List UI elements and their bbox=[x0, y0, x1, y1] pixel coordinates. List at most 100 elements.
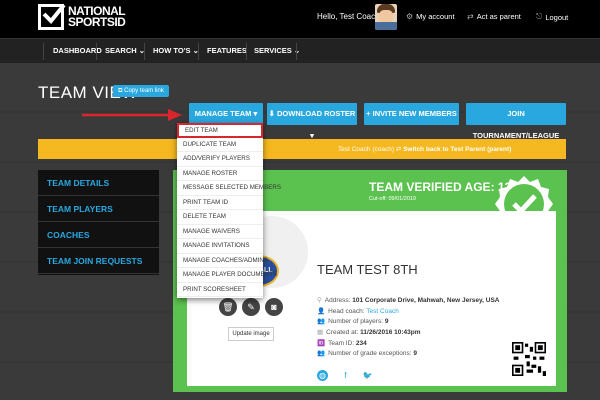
copy-icon: ⧉ bbox=[118, 88, 123, 94]
players-label: Number of players: bbox=[328, 318, 384, 325]
manage-team-button[interactable]: MANAGE TEAM ▾ bbox=[189, 103, 263, 125]
logo-text: NATIONAL SPORTSID bbox=[68, 5, 126, 29]
menu-item-print-team-id[interactable]: PRINT TEAM ID bbox=[177, 196, 263, 210]
team-id-value: 234 bbox=[355, 340, 367, 347]
address-label: Address: bbox=[324, 297, 351, 304]
copy-team-link-button[interactable]: ⧉ Copy team link bbox=[113, 85, 169, 97]
twitter-icon[interactable]: 🐦 bbox=[362, 370, 373, 381]
switch-user-icon: ⇄ bbox=[467, 12, 474, 21]
sidebar-item-coaches[interactable]: COACHES bbox=[38, 222, 159, 248]
menu-item-message-selected[interactable]: MESSAGE SELECTED MEMBERS bbox=[177, 181, 281, 196]
manage-team-dropdown: EDIT TEAM DUPLICATE TEAM ADD/VERIFY PLAY… bbox=[177, 123, 281, 298]
nav-howtos-label: HOW TO'S bbox=[153, 46, 191, 55]
sidebar-item-join-requests[interactable]: TEAM JOIN REQUESTS bbox=[38, 248, 159, 274]
grade-exceptions-value: 9 bbox=[413, 350, 417, 357]
notice-bar: Test Coach (coach) ⇄ Switch back to Test… bbox=[38, 139, 566, 159]
id-card-icon: 🆔 bbox=[317, 340, 326, 347]
grade-exceptions-label: Number of grade exceptions: bbox=[328, 350, 412, 357]
nav-dashboard[interactable]: DASHBOARD bbox=[53, 46, 102, 55]
head-coach-label: Head coach: bbox=[328, 308, 365, 315]
sidebar-item-team-details[interactable]: TEAM DETAILS bbox=[38, 170, 159, 196]
facebook-icon[interactable]: f bbox=[340, 370, 351, 381]
users-icon: 👥 bbox=[317, 350, 326, 357]
download-roster-label: DOWNLOAD ROSTER bbox=[277, 109, 356, 118]
nav-search[interactable]: SEARCH ⌄ bbox=[105, 46, 145, 55]
chevron-down-icon: ⌄ bbox=[293, 46, 301, 55]
switch-back-link[interactable]: Switch back to Test Parent (parent) bbox=[403, 146, 511, 153]
chevron-down-icon: ▾ bbox=[253, 109, 258, 118]
update-image-button[interactable]: Update image bbox=[228, 327, 274, 341]
team-id: 🆔 Team ID: 234 bbox=[317, 339, 367, 347]
team-grade-exceptions: 👥 Number of grade exceptions: 9 bbox=[317, 349, 417, 357]
menu-item-print-scoresheet[interactable]: PRINT SCORESHEET bbox=[177, 283, 263, 297]
avatar[interactable] bbox=[375, 4, 397, 30]
upload-photo-button[interactable]: ◙ bbox=[265, 298, 283, 316]
created-label: Created at: bbox=[326, 329, 359, 336]
team-created-at: ▦ Created at: 11/26/2016 10:43pm bbox=[317, 328, 421, 336]
edit-image-button[interactable]: ✎ bbox=[242, 298, 260, 316]
nav-features[interactable]: FEATURES bbox=[207, 46, 247, 55]
download-roster-button[interactable]: ⬇ DOWNLOAD ROSTER ▾ bbox=[267, 103, 357, 140]
act-as-parent-label: Act as parent bbox=[476, 12, 521, 21]
users-icon: 👥 bbox=[317, 318, 326, 325]
join-tournament-button[interactable]: JOIN TOURNAMENT/LEAGUE bbox=[466, 103, 566, 140]
my-account-label: My account bbox=[416, 12, 455, 21]
trash-icon: 🗑 bbox=[222, 302, 234, 312]
notice-text: Test Coach (coach) ⇄ Switch back to Test… bbox=[338, 145, 511, 153]
team-verified-age: TEAM VERIFIED AGE: 13 bbox=[369, 180, 512, 194]
gear-icon: ⚙ bbox=[406, 12, 414, 21]
my-account-link[interactable]: ⚙ My account bbox=[406, 12, 455, 21]
nav-services[interactable]: SERVICES ⌄ bbox=[254, 46, 300, 55]
menu-item-manage-invitations[interactable]: MANAGE INVITATIONS bbox=[177, 239, 263, 254]
main-nav: DASHBOARD SEARCH ⌄ HOW TO'S ⌄ FEATURES S… bbox=[0, 38, 600, 63]
team-players-count: 👥 Number of players: 9 bbox=[317, 317, 388, 325]
menu-item-manage-roster[interactable]: MANAGE ROSTER bbox=[177, 167, 263, 181]
manage-team-label: MANAGE TEAM bbox=[194, 109, 252, 118]
nav-services-label: SERVICES bbox=[254, 46, 292, 55]
notice-prefix: Test Coach (coach) bbox=[338, 146, 394, 153]
menu-item-duplicate-team[interactable]: DUPLICATE TEAM bbox=[177, 138, 263, 152]
head-coach-link[interactable]: Test Coach bbox=[366, 308, 399, 315]
logout-icon: ⎋ bbox=[536, 12, 543, 21]
red-arrow-annotation bbox=[82, 109, 182, 121]
calendar-icon: ▦ bbox=[317, 329, 324, 336]
location-icon: ⚲ bbox=[317, 297, 322, 304]
team-head-coach: 👤 Head coach: Test Coach bbox=[317, 307, 399, 315]
menu-item-manage-player-docs[interactable]: MANAGE PLAYER DOCUMENTS bbox=[177, 268, 277, 283]
cutoff-date: Cut-off: 09/01/2019 bbox=[369, 196, 416, 202]
nav-search-label: SEARCH bbox=[105, 46, 137, 55]
act-as-parent-link[interactable]: ⇄ Act as parent bbox=[467, 12, 521, 21]
pencil-icon: ✎ bbox=[247, 302, 255, 312]
greeting-text: Hello, Test Coach bbox=[317, 12, 380, 21]
team-name: TEAM TEST 8TH bbox=[317, 262, 418, 277]
menu-item-add-verify-players[interactable]: ADD/VERIFY PLAYERS bbox=[177, 152, 263, 167]
players-value: 9 bbox=[384, 318, 389, 325]
instagram-camera-icon: ◙ bbox=[271, 302, 277, 312]
menu-item-edit-team[interactable]: EDIT TEAM bbox=[177, 123, 263, 138]
copy-team-link-label: Copy team link bbox=[124, 88, 164, 94]
team-address: ⚲ Address: 101 Corporate Drive, Mahwah, N… bbox=[317, 296, 500, 304]
switch-icon: ⇄ bbox=[395, 146, 404, 153]
delete-image-button[interactable]: 🗑 bbox=[219, 298, 237, 316]
download-icon: ⬇ bbox=[268, 109, 275, 118]
menu-item-delete-team[interactable]: DELETE TEAM bbox=[177, 210, 263, 225]
team-sidebar: TEAM DETAILS TEAM PLAYERS COACHES TEAM J… bbox=[38, 170, 159, 275]
logo-line2: SPORTS bbox=[68, 15, 115, 29]
sidebar-item-team-players[interactable]: TEAM PLAYERS bbox=[38, 196, 159, 222]
logo-line2-id: ID bbox=[114, 15, 126, 29]
team-qr-code bbox=[512, 342, 546, 376]
nav-howtos[interactable]: HOW TO'S ⌄ bbox=[153, 46, 199, 55]
menu-item-manage-coaches[interactable]: MANAGE COACHES/ADMINS bbox=[177, 254, 268, 268]
invite-new-members-button[interactable]: + INVITE NEW MEMBERS bbox=[364, 103, 459, 125]
globe-icon[interactable]: ◍ bbox=[317, 370, 328, 381]
logout-label: Logout bbox=[545, 12, 569, 22]
created-value: 11/26/2016 10:43pm bbox=[360, 329, 421, 336]
user-icon: 👤 bbox=[317, 308, 326, 315]
address-value: 101 Corporate Drive, Mahwah, New Jersey,… bbox=[352, 297, 500, 304]
site-logo[interactable]: NATIONAL SPORTSID bbox=[38, 3, 126, 30]
team-id-label: Team ID: bbox=[328, 340, 355, 347]
menu-item-manage-waivers[interactable]: MANAGE WAIVERS bbox=[177, 225, 263, 239]
top-header: NATIONAL SPORTSID Hello, Test Coach ⚙ My… bbox=[0, 0, 600, 38]
checkmark-logo-icon bbox=[38, 3, 66, 30]
logout-link[interactable]: ⎋ Logout bbox=[536, 12, 568, 22]
